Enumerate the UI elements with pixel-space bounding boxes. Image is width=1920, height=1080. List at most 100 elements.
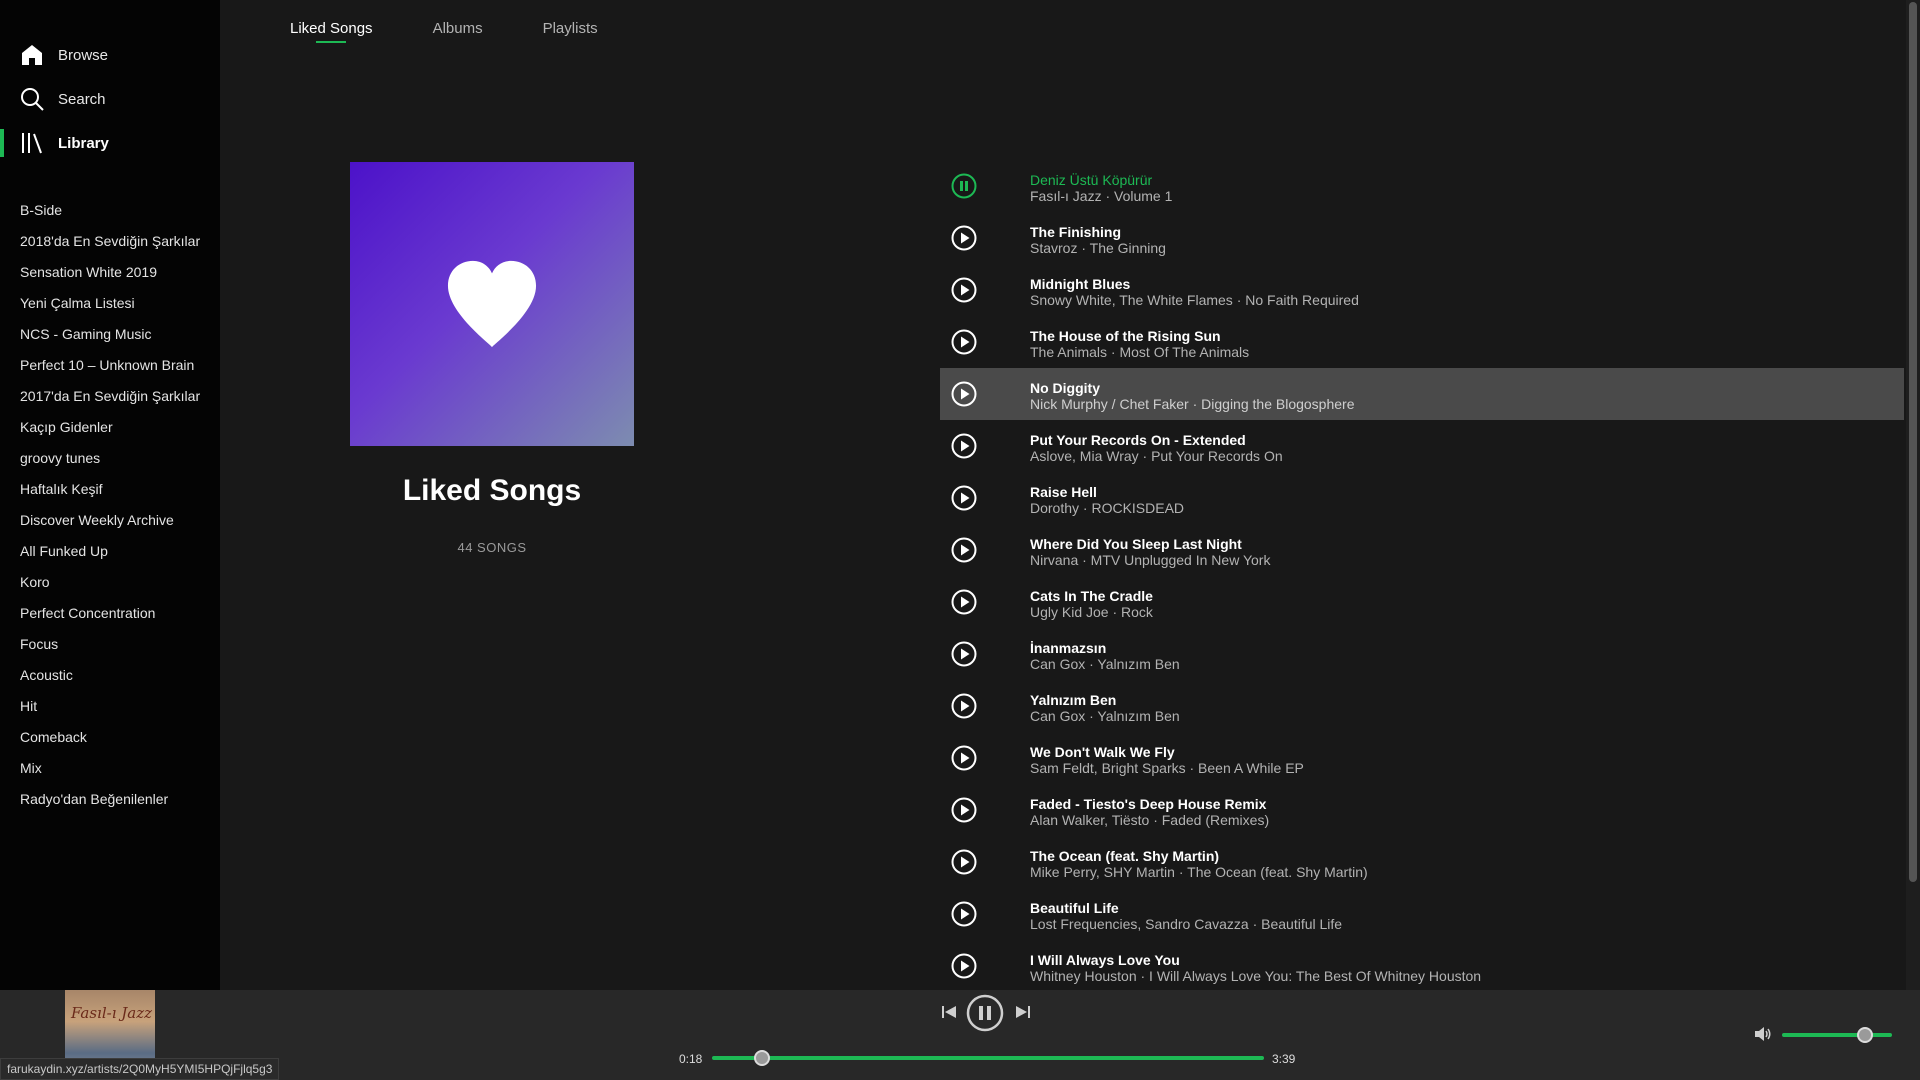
- song-count: 44 SONGS: [457, 540, 527, 555]
- playlist-item[interactable]: Discover Weekly Archive: [0, 504, 220, 535]
- track-row[interactable]: Put Your Records On - Extended Aslove, M…: [940, 420, 1904, 472]
- play-circle-icon[interactable]: [951, 381, 977, 407]
- track-artist-album: Aslove, Mia Wray · Put Your Records On: [1030, 448, 1283, 464]
- play-circle-icon[interactable]: [951, 329, 977, 355]
- track-title: Yalnızım Ben: [1030, 692, 1117, 708]
- track-row[interactable]: Faded - Tiesto's Deep House Remix Alan W…: [940, 784, 1904, 836]
- play-circle-icon[interactable]: [951, 537, 977, 563]
- tab-playlists[interactable]: Playlists: [543, 20, 598, 43]
- skip-next-icon[interactable]: [1015, 1004, 1031, 1020]
- track-artist-album: Nick Murphy / Chet Faker · Digging the B…: [1030, 396, 1355, 412]
- playlist-item[interactable]: Hit: [0, 690, 220, 721]
- playlist-item[interactable]: Perfect 10 – Unknown Brain: [0, 349, 220, 380]
- playlist-item[interactable]: Koro: [0, 566, 220, 597]
- play-circle-icon[interactable]: [951, 589, 977, 615]
- playlist-item[interactable]: Acoustic: [0, 659, 220, 690]
- track-title: We Don't Walk We Fly: [1030, 744, 1175, 760]
- track-row[interactable]: The Ocean (feat. Shy Martin) Mike Perry,…: [940, 836, 1904, 888]
- playlist-item[interactable]: groovy tunes: [0, 442, 220, 473]
- playlist-item[interactable]: Yeni Çalma Listesi: [0, 287, 220, 318]
- elapsed-time: 0:18: [679, 1052, 703, 1066]
- track-artist-album: Mike Perry, SHY Martin · The Ocean (feat…: [1030, 864, 1368, 880]
- album-art-lettering: Fasıl-ı Jazz: [71, 1004, 153, 1022]
- playlist-item[interactable]: 2017'da En Sevdiğin Şarkılar: [0, 380, 220, 411]
- track-row[interactable]: Cats In The Cradle Ugly Kid Joe · Rock: [940, 576, 1904, 628]
- progress-knob[interactable]: [753, 1050, 770, 1066]
- search-icon: [21, 88, 44, 111]
- track-row[interactable]: İnanmazsın Can Gox · Yalnızım Ben: [940, 628, 1904, 680]
- skip-previous-icon[interactable]: [941, 1004, 957, 1020]
- track-title: No Diggity: [1030, 380, 1100, 396]
- track-row[interactable]: We Don't Walk We Fly Sam Feldt, Bright S…: [940, 732, 1904, 784]
- track-row[interactable]: Where Did You Sleep Last Night Nirvana ·…: [940, 524, 1904, 576]
- playlist-item[interactable]: NCS - Gaming Music: [0, 318, 220, 349]
- track-artist-album: Whitney Houston · I Will Always Love You…: [1030, 968, 1482, 984]
- track-artist-album: Nirvana · MTV Unplugged In New York: [1030, 552, 1271, 568]
- nav-search[interactable]: Search: [0, 81, 220, 117]
- playlist-item[interactable]: Comeback: [0, 721, 220, 752]
- track-row[interactable]: The Finishing Stavroz · The Ginning: [940, 212, 1904, 264]
- pause-circle-icon[interactable]: [966, 994, 1004, 1032]
- playlist-item[interactable]: Focus: [0, 628, 220, 659]
- play-circle-icon[interactable]: [951, 641, 977, 667]
- play-circle-icon[interactable]: [951, 485, 977, 511]
- volume-icon[interactable]: [1754, 1026, 1772, 1042]
- track-title: The Finishing: [1030, 224, 1121, 240]
- playlist-item[interactable]: Perfect Concentration: [0, 597, 220, 628]
- track-artist-album: Lost Frequencies, Sandro Cavazza · Beaut…: [1030, 916, 1343, 932]
- playlist-list: B-Side 2018'da En Sevdiğin Şarkılar Sens…: [0, 194, 220, 814]
- play-circle-icon[interactable]: [951, 901, 977, 927]
- track-title: Where Did You Sleep Last Night: [1030, 536, 1242, 552]
- playlist-item[interactable]: All Funked Up: [0, 535, 220, 566]
- sidebar: Browse Search Library B-Side 2018'da En …: [0, 0, 220, 990]
- tab-liked-songs[interactable]: Liked Songs: [290, 20, 373, 43]
- nav-library[interactable]: Library: [0, 125, 220, 161]
- scrollbar-thumb[interactable]: [1909, 2, 1917, 882]
- total-time: 3:39: [1272, 1052, 1296, 1066]
- playlist-item[interactable]: Mix: [0, 752, 220, 783]
- play-circle-icon[interactable]: [951, 849, 977, 875]
- play-circle-icon[interactable]: [951, 433, 977, 459]
- volume-knob[interactable]: [1856, 1027, 1873, 1043]
- play-circle-icon[interactable]: [951, 693, 977, 719]
- track-row[interactable]: Deniz Üstü Köpürür Fasıl-ı Jazz · Volume…: [940, 160, 1904, 212]
- track-row[interactable]: Beautiful Life Lost Frequencies, Sandro …: [940, 888, 1904, 940]
- player-bar: Fasıl-ı Jazz: [0, 990, 1920, 1080]
- track-row[interactable]: Yalnızım Ben Can Gox · Yalnızım Ben: [940, 680, 1904, 732]
- playlist-item[interactable]: Sensation White 2019: [0, 256, 220, 287]
- track-artist-album: Fasıl-ı Jazz · Volume 1: [1030, 188, 1173, 204]
- track-title: Cats In The Cradle: [1030, 588, 1153, 604]
- track-row[interactable]: Midnight Blues Snowy White, The White Fl…: [940, 264, 1904, 316]
- nav-browse[interactable]: Browse: [0, 37, 220, 73]
- play-circle-icon[interactable]: [951, 797, 977, 823]
- track-artist-album: Snowy White, The White Flames · No Faith…: [1030, 292, 1359, 308]
- track-title: I Will Always Love You: [1030, 952, 1180, 968]
- track-list: Deniz Üstü Köpürür Fasıl-ı Jazz · Volume…: [940, 160, 1904, 992]
- tab-albums[interactable]: Albums: [433, 20, 483, 43]
- main-scrollbar[interactable]: [1906, 0, 1920, 990]
- play-circle-icon[interactable]: [951, 745, 977, 771]
- progress-bar[interactable]: [712, 1050, 1264, 1066]
- home-icon: [22, 45, 42, 65]
- playlist-item[interactable]: Radyo'dan Beğenilenler: [0, 783, 220, 814]
- playlist-item[interactable]: Kaçıp Gidenler: [0, 411, 220, 442]
- playlist-item[interactable]: B-Side: [0, 194, 220, 225]
- track-title: Raise Hell: [1030, 484, 1097, 500]
- track-row[interactable]: Raise Hell Dorothy · ROCKISDEAD: [940, 472, 1904, 524]
- track-row[interactable]: I Will Always Love You Whitney Houston ·…: [940, 940, 1904, 992]
- play-circle-icon[interactable]: [951, 953, 977, 979]
- nav-library-label: Library: [58, 134, 109, 152]
- music-app: Browse Search Library B-Side 2018'da En …: [0, 0, 1920, 1080]
- play-circle-icon[interactable]: [951, 277, 977, 303]
- track-row[interactable]: The House of the Rising Sun The Animals …: [940, 316, 1904, 368]
- volume-slider[interactable]: [1782, 1027, 1892, 1043]
- track-row[interactable]: No Diggity Nick Murphy / Chet Faker · Di…: [940, 368, 1904, 420]
- track-artist-album: Alan Walker, Tiësto · Faded (Remixes): [1030, 812, 1270, 828]
- playlist-item[interactable]: Haftalık Keşif: [0, 473, 220, 504]
- track-title: Midnight Blues: [1030, 276, 1131, 292]
- pause-circle-icon[interactable]: [951, 173, 977, 199]
- playlist-item[interactable]: 2018'da En Sevdiğin Şarkılar: [0, 225, 220, 256]
- library-tabs: Liked Songs Albums Playlists: [290, 20, 658, 43]
- play-circle-icon[interactable]: [951, 225, 977, 251]
- track-artist-album: Sam Feldt, Bright Sparks · Been A While …: [1030, 760, 1304, 776]
